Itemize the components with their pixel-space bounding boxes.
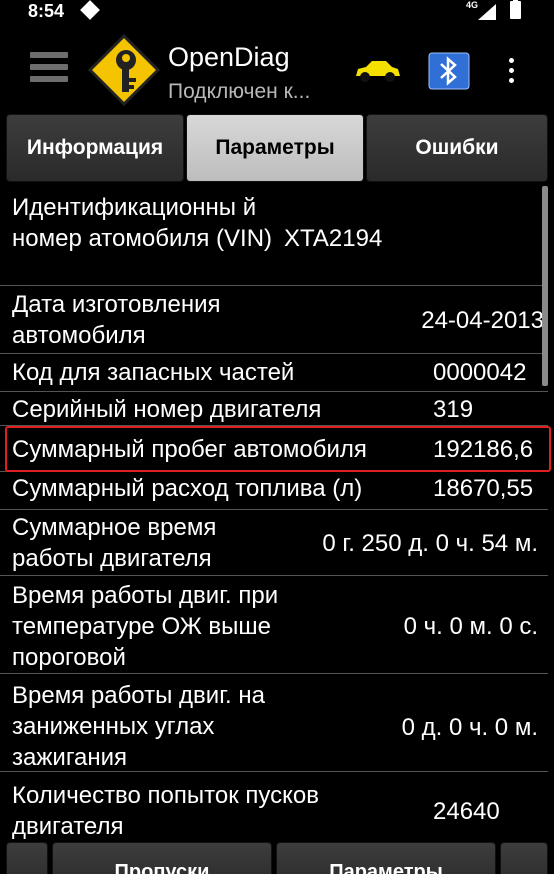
misfires-button[interactable]: Пропуски: [52, 842, 272, 874]
param-value: 0 д. 0 ч. 0 м.: [401, 714, 538, 741]
param-value: 24-04-2013: [421, 307, 544, 334]
list-scrollbar[interactable]: [542, 186, 548, 386]
param-name: Дата изготовления автомобиля: [12, 291, 221, 349]
app-bar: OpenDiag Подключен к...: [0, 22, 554, 112]
parameter-list[interactable]: Идентификационны й номер атомобиля (VIN)…: [0, 186, 554, 840]
param-value: 0 ч. 0 м. 0 с.: [403, 613, 538, 640]
list-item: Время работы двиг. при температуре ОЖ вы…: [0, 576, 548, 674]
list-item: Суммарный расход топлива (л) 18670,55: [0, 472, 548, 510]
menu-icon[interactable]: [30, 52, 68, 86]
list-item: Суммарный пробег автомобиля 192186,6: [0, 426, 548, 472]
param-name: Код для запасных частей: [12, 359, 295, 386]
overflow-menu-icon[interactable]: [506, 58, 516, 86]
list-item: Код для запасных частей 0000042: [0, 354, 548, 392]
app-logo-key-icon: [88, 34, 160, 106]
tab-parameters[interactable]: Параметры: [186, 114, 364, 182]
tab-information[interactable]: Информация: [6, 114, 184, 182]
car-icon[interactable]: [352, 58, 402, 84]
status-bar: 8:54 4G: [0, 0, 554, 22]
param-name: Серийный номер двигателя: [12, 396, 322, 423]
param-name: Время работы двиг. на заниженных углах з…: [12, 682, 265, 771]
param-name: Количество попыток пусков двигателя: [12, 782, 319, 840]
battery-icon: [510, 0, 521, 19]
param-value: 192186,6: [433, 436, 534, 463]
param-name: Суммарный пробег автомобиля: [12, 436, 367, 463]
param-value: 24640: [433, 798, 500, 825]
status-time: 8:54: [28, 1, 65, 21]
app-title: OpenDiag: [168, 42, 290, 72]
parameters-button[interactable]: Параметры: [276, 842, 496, 874]
signal-icon: [478, 4, 496, 20]
param-name: Идентификационны й номер атомобиля (VIN): [12, 194, 273, 252]
bottom-button-right[interactable]: [500, 842, 548, 874]
list-item: Суммарное время работы двигателя 0 г. 25…: [0, 510, 548, 576]
bottom-button-left[interactable]: [6, 842, 48, 874]
param-name: Суммарный расход топлива (л): [12, 475, 363, 502]
list-item: Серийный номер двигателя 319: [0, 392, 548, 426]
list-item: Время работы двиг. на заниженных углах з…: [0, 674, 548, 772]
param-value: XTA2194: [284, 225, 383, 252]
param-value: 0000042: [433, 359, 527, 386]
list-item: Количество попыток пусков двигателя 2464…: [0, 772, 548, 840]
notification-diamond-icon: [80, 0, 100, 20]
param-name: Время работы двиг. при температуре ОЖ вы…: [12, 582, 279, 671]
param-value: 0 г. 250 д. 0 ч. 54 м.: [322, 530, 538, 557]
param-value: 319: [433, 396, 474, 423]
bluetooth-icon[interactable]: [428, 52, 470, 90]
tab-errors[interactable]: Ошибки: [366, 114, 548, 182]
connection-status: Подключен к...: [168, 80, 311, 103]
list-item: Идентификационны й номер атомобиля (VIN)…: [0, 190, 548, 286]
param-value: 18670,55: [433, 475, 534, 502]
param-name: Суммарное время работы двигателя: [12, 514, 217, 572]
tab-bar: Информация Параметры Ошибки: [0, 112, 554, 186]
list-item: Дата изготовления автомобиля 24-04-2013: [0, 286, 548, 354]
bottom-button-bar: Пропуски Параметры: [0, 842, 554, 874]
